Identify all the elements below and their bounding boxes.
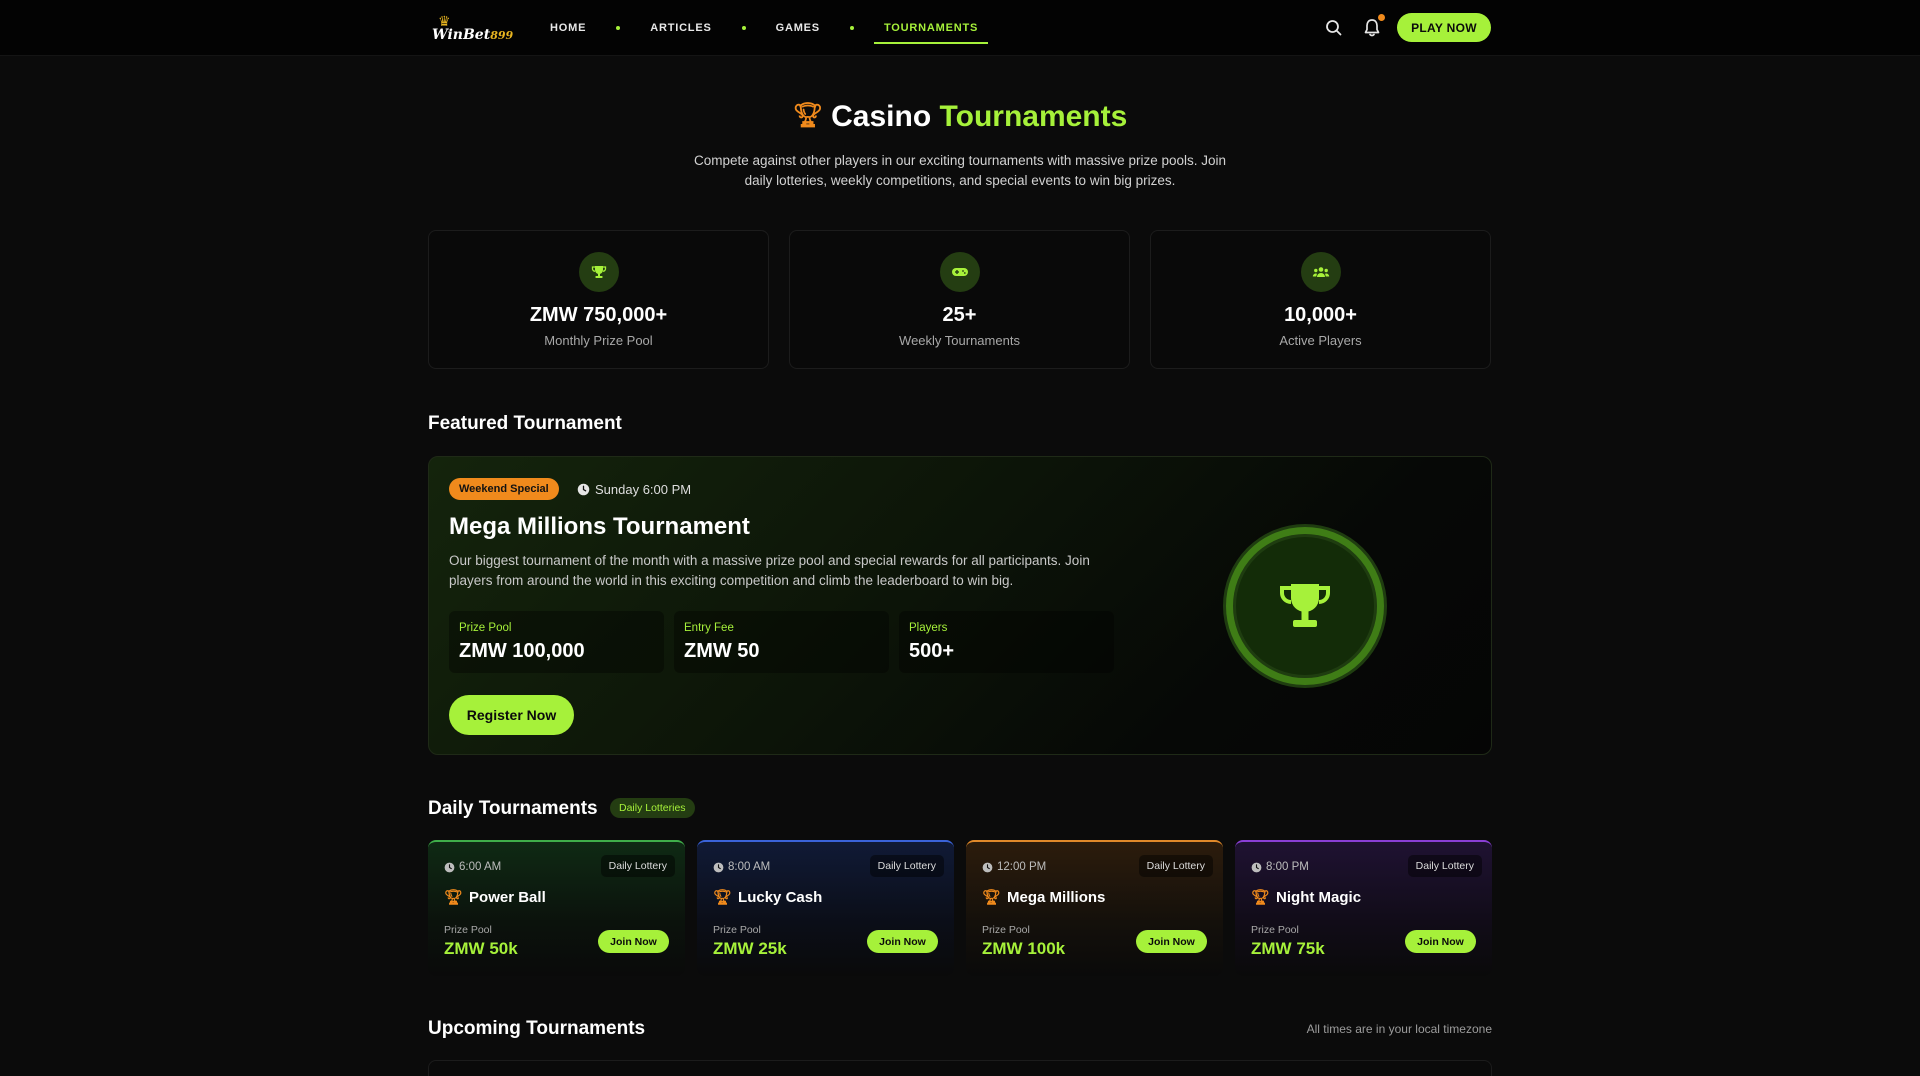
timezone-note: All times are in your local timezone (1306, 1022, 1492, 1036)
nav-games-link[interactable]: GAMES (766, 16, 830, 40)
stat-label: Active Players (1279, 333, 1362, 348)
featured-time: Sunday 6:00 PM (577, 482, 691, 497)
nav-separator (741, 26, 746, 30)
brand-name: WinBet899 (432, 27, 514, 43)
trophy-icon (1280, 584, 1330, 627)
users-icon (1301, 252, 1341, 292)
page-title: 🏆︎ Casino Tournaments (792, 100, 1128, 133)
stat-card-weekly-tournaments: 25+ Weekly Tournaments (789, 230, 1130, 369)
page-description: Compete against other players in our exc… (693, 153, 1226, 188)
trophy-emblem (1226, 527, 1384, 685)
trophy-icon: 🏆︎ (713, 889, 733, 906)
daily-card-mega-millions: 12:00 PM Daily Lottery 🏆︎ Mega Millions P… (966, 840, 1223, 976)
stat-value: 10,000+ (1284, 304, 1357, 326)
prize-pool-label: Prize Pool (713, 924, 761, 936)
prize-pool-label: Prize Pool (444, 924, 492, 936)
nav-separator (849, 26, 854, 30)
upcoming-section-title: Upcoming Tournaments (428, 1018, 646, 1039)
card-type-badge: Daily Lottery (1138, 855, 1213, 877)
stat-card-active-players: 10,000+ Active Players (1150, 230, 1491, 369)
trophy-icon: 🏆︎ (792, 102, 824, 129)
featured-tournament-card: Weekend Special Sunday 6:00 PM Mega Mill… (428, 456, 1492, 755)
gamepad-icon (940, 252, 980, 292)
top-navbar: ♛ WinBet899 HOME ARTICLES GAMES TOURNAME… (0, 0, 1920, 56)
featured-section-title: Featured Tournament (428, 413, 622, 434)
trophy-icon (579, 252, 619, 292)
prize-pool-box: Prize Pool ZMW 100,000 (449, 611, 664, 673)
prize-pool-label: Prize Pool (982, 924, 1030, 936)
clock-icon (577, 483, 590, 496)
stat-value: ZMW 750,000+ (529, 304, 668, 326)
main-menu: HOME ARTICLES GAMES TOURNAMENTS (540, 0, 989, 56)
clock-icon (1251, 862, 1262, 872)
card-type-badge: Daily Lottery (600, 855, 675, 877)
join-now-button[interactable]: Join Now (1405, 930, 1476, 953)
daily-card-lucky-cash: 8:00 AM Daily Lottery 🏆︎ Lucky Cash Prize… (697, 840, 954, 976)
brand-logo[interactable]: ♛ WinBet899 (432, 13, 513, 44)
notification-badge (1378, 14, 1385, 21)
card-time: 8:00 PM (1251, 861, 1309, 873)
prize-pool-label: Prize Pool (1251, 924, 1299, 936)
stat-value: 25+ (942, 304, 977, 326)
crown-icon: ♛ (438, 13, 451, 29)
card-title: 🏆︎ Power Ball (444, 888, 546, 907)
prize-amount: ZMW 100k (982, 939, 1066, 958)
card-time: 12:00 PM (982, 861, 1046, 873)
join-now-button[interactable]: Join Now (1136, 930, 1207, 953)
players-box: Players 500+ (899, 611, 1114, 673)
clock-icon (982, 862, 993, 872)
card-title: 🏆︎ Lucky Cash (713, 888, 823, 907)
card-time: 8:00 AM (713, 861, 770, 873)
nav-home-link[interactable]: HOME (540, 16, 596, 40)
trophy-icon: 🏆︎ (982, 889, 1002, 906)
upcoming-table-container (428, 1060, 1492, 1076)
trophy-icon: 🏆︎ (444, 889, 464, 906)
featured-title: Mega Millions Tournament (449, 513, 750, 540)
daily-card-night-magic: 8:00 PM Daily Lottery 🏆︎ Night Magic Priz… (1235, 840, 1492, 976)
nav-separator (616, 26, 621, 30)
featured-description: Our biggest tournament of the month with… (449, 553, 1090, 588)
nav-tournaments-link[interactable]: TOURNAMENTS (873, 16, 989, 44)
prize-amount: ZMW 75k (1251, 939, 1325, 958)
prize-amount: ZMW 50k (444, 939, 518, 958)
join-now-button[interactable]: Join Now (598, 930, 669, 953)
clock-icon (713, 862, 724, 872)
card-type-badge: Daily Lottery (869, 855, 944, 877)
stat-label: Monthly Prize Pool (544, 333, 653, 348)
entry-fee-box: Entry Fee ZMW 50 (674, 611, 889, 673)
daily-section-title: Daily Tournaments (428, 798, 598, 819)
stat-card-prize-pool: ZMW 750,000+ Monthly Prize Pool (428, 230, 769, 369)
card-title: 🏆︎ Mega Millions (982, 888, 1106, 907)
card-time: 6:00 AM (444, 861, 501, 873)
prize-amount: ZMW 25k (713, 939, 787, 958)
search-icon[interactable] (1324, 18, 1344, 38)
clock-icon (444, 862, 455, 872)
daily-card-power-ball: 6:00 AM Daily Lottery 🏆︎ Power Ball Prize… (428, 840, 685, 976)
nav-articles-link[interactable]: ARTICLES (640, 16, 721, 40)
daily-lotteries-badge: Daily Lotteries (610, 798, 695, 818)
register-now-button[interactable]: Register Now (449, 695, 574, 735)
card-type-badge: Daily Lottery (1407, 855, 1482, 877)
card-title: 🏆︎ Night Magic (1251, 888, 1362, 907)
join-now-button[interactable]: Join Now (867, 930, 938, 953)
notification-bell-icon[interactable] (1362, 14, 1385, 39)
weekend-special-badge: Weekend Special (449, 478, 559, 500)
stat-label: Weekly Tournaments (899, 333, 1020, 348)
play-now-button[interactable]: PLAY NOW (1397, 13, 1491, 42)
trophy-icon: 🏆︎ (1251, 889, 1271, 906)
